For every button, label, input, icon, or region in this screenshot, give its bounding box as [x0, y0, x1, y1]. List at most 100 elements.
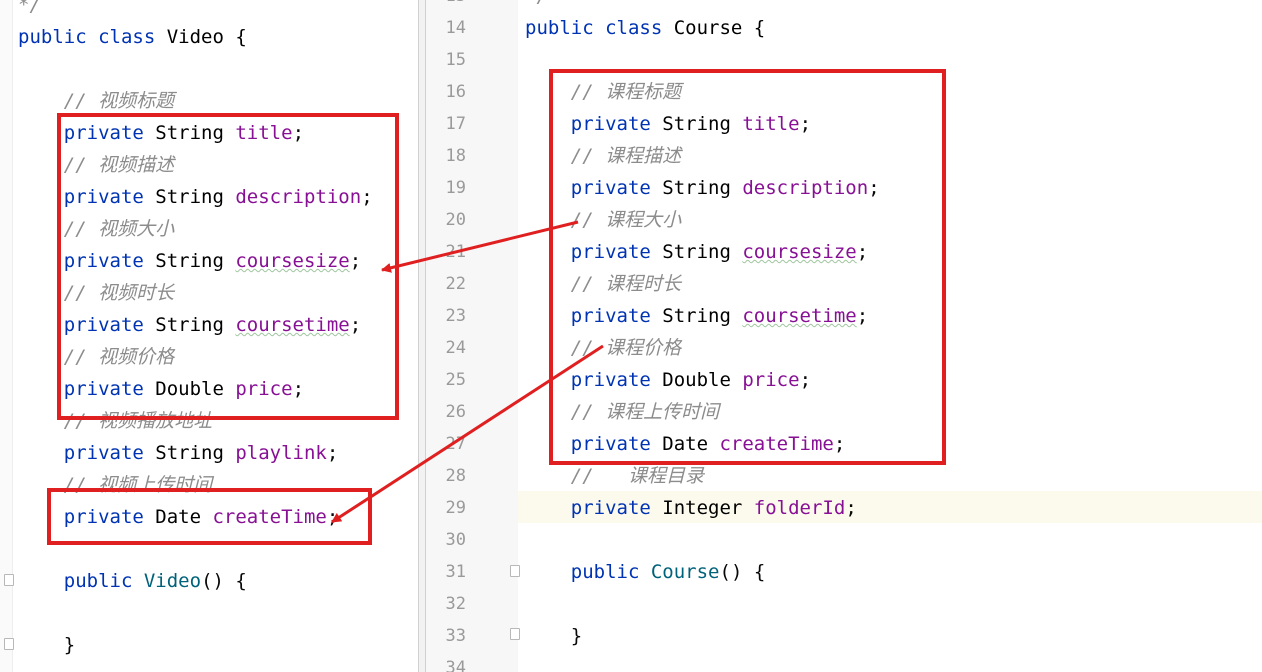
code-token: */ [525, 0, 548, 7]
code-token: // 视频播放地址 [63, 410, 213, 432]
code-token: class [605, 17, 663, 39]
line-number: 22 [445, 274, 466, 294]
code-line[interactable]: private String title; [18, 117, 304, 149]
code-line[interactable]: // 视频价格 [18, 341, 174, 373]
code-line[interactable]: // 课程标题 [525, 76, 681, 108]
line-number: 34 [445, 658, 466, 672]
code-line[interactable]: // 课程价格 [525, 332, 681, 364]
code-line[interactable]: private String playlink; [18, 437, 339, 469]
code-line[interactable]: private String description; [525, 172, 880, 204]
line-number: 15 [445, 50, 466, 70]
code-line[interactable]: public class Video { [18, 21, 247, 53]
code-line[interactable]: // 视频上传时间 [18, 469, 212, 501]
code-token: private [63, 122, 144, 144]
line-number: 23 [445, 306, 466, 326]
code-token: playlink [235, 442, 327, 464]
code-line[interactable]: // 视频大小 [18, 213, 174, 245]
line-number: 25 [445, 370, 466, 390]
code-token: private [570, 369, 651, 391]
code-token: // 课程价格 [570, 337, 682, 359]
line-number: 24 [445, 338, 466, 358]
code-token: ; [799, 113, 812, 135]
code-token: class [98, 26, 156, 48]
code-line[interactable]: // 视频标题 [18, 85, 174, 117]
code-line[interactable]: private String title; [525, 108, 811, 140]
code-line[interactable]: private Integer folderId; [525, 492, 857, 524]
code-line[interactable]: // 课程上传时间 [525, 396, 719, 428]
line-number: 16 [445, 82, 466, 102]
code-line[interactable]: */ [18, 0, 41, 21]
code-token: ; [292, 122, 305, 144]
fold-marker-icon[interactable] [510, 565, 520, 577]
code-line[interactable]: private String coursetime; [525, 300, 868, 332]
code-token: public [525, 17, 594, 39]
editor-splitter[interactable] [418, 0, 426, 672]
code-token: ; [856, 241, 869, 263]
code-token: ; [799, 369, 812, 391]
code-token: Date [650, 433, 720, 455]
code-token: ; [326, 506, 339, 528]
line-number: 30 [445, 530, 466, 550]
code-line[interactable]: public Course() { [525, 556, 766, 588]
code-token: ; [292, 378, 305, 400]
code-line[interactable]: } [18, 629, 75, 661]
code-token: // 课程目录 [570, 465, 704, 487]
fold-marker-icon[interactable] [510, 628, 520, 640]
code-token: createTime [719, 433, 834, 455]
code-line[interactable]: // 课程时长 [525, 268, 681, 300]
code-token: price [742, 369, 800, 391]
code-token: // 视频描述 [63, 154, 175, 176]
code-token: ; [361, 186, 373, 208]
line-number: 29 [445, 498, 466, 518]
code-line[interactable]: public class Course { [525, 12, 765, 44]
code-line[interactable]: */ [525, 0, 548, 12]
fold-marker-icon[interactable] [4, 574, 14, 586]
code-line[interactable]: private String coursetime; [18, 309, 361, 341]
code-line[interactable]: private String coursesize; [18, 245, 361, 277]
code-token: ; [833, 433, 846, 455]
code-line[interactable]: } [525, 620, 582, 652]
code-token: Video { [155, 26, 247, 48]
code-token: private [570, 433, 651, 455]
code-line[interactable]: private Double price; [525, 364, 811, 396]
line-number: 17 [445, 114, 466, 134]
code-line[interactable]: private Date createTime; [18, 501, 339, 533]
code-token: // 视频价格 [63, 346, 175, 368]
code-token: ; [349, 250, 362, 272]
code-token: private [570, 497, 651, 519]
code-line[interactable]: private String description; [18, 181, 373, 213]
code-line[interactable]: // 课程目录 [525, 460, 704, 492]
code-line[interactable]: // 视频时长 [18, 277, 174, 309]
code-token: () { [201, 570, 247, 592]
code-token: } [18, 634, 76, 656]
code-token: Double [143, 378, 236, 400]
code-line[interactable]: // 课程描述 [525, 140, 681, 172]
code-line[interactable]: public Video() { [18, 565, 247, 597]
code-token: ; [349, 314, 362, 336]
line-number: 26 [445, 402, 466, 422]
code-line[interactable]: // 课程大小 [525, 204, 681, 236]
code-token: folderId [753, 497, 846, 519]
left-editor-pane[interactable]: */ public class Video { // 视频标题 private S… [0, 0, 418, 672]
code-line[interactable]: // 视频播放地址 [18, 405, 212, 437]
right-editor-pane[interactable]: 13 14 15 16 17 18 19 20 21 22 23 24 25 26 27 28 29 30 31 32… [426, 0, 1262, 672]
fold-marker-icon[interactable] [4, 638, 14, 650]
code-line[interactable]: private Double price; [18, 373, 304, 405]
code-line[interactable]: private String coursesize; [525, 236, 868, 268]
code-line[interactable]: private Date createTime; [525, 428, 846, 460]
code-token: title [742, 113, 800, 135]
code-line[interactable]: // 视频描述 [18, 149, 174, 181]
code-token: public [63, 570, 133, 592]
